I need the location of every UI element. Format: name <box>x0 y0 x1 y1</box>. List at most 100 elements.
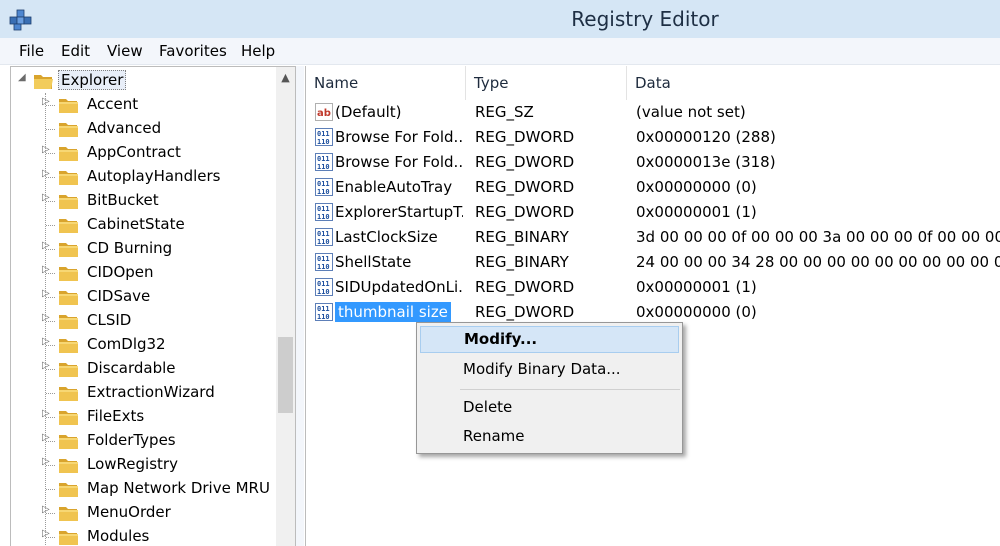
value-name: EnableAutoTray <box>335 178 453 196</box>
tree-item-label: CIDOpen <box>87 263 154 281</box>
svg-text:110: 110 <box>317 188 330 196</box>
tree-item-autoplayhandlers[interactable]: ▷ AutoplayHandlers <box>11 165 273 189</box>
tree-item-explorer[interactable]: ◢ Explorer <box>11 69 273 93</box>
tree-item-extractionwizard[interactable]: ExtractionWizard <box>11 381 273 405</box>
expand-arrow-icon[interactable]: ▷ <box>42 432 50 443</box>
tree-guide-line <box>46 489 55 490</box>
folder-icon <box>59 387 78 401</box>
tree-item-accent[interactable]: ▷ Accent <box>11 93 273 117</box>
svg-text:011: 011 <box>317 180 330 188</box>
menu-favorites[interactable]: Favorites <box>159 42 227 60</box>
values-list[interactable]: Name Type Data ab (Default) REG_SZ (value n… <box>305 66 1000 546</box>
expand-arrow-icon[interactable]: ▷ <box>42 528 50 539</box>
tree-item-modules[interactable]: ▷ Modules <box>11 525 273 546</box>
expand-arrow-icon[interactable]: ▷ <box>42 264 50 275</box>
tree-item-label: CD Burning <box>87 239 173 257</box>
tree-item-label: CabinetState <box>87 215 185 233</box>
context-menu-delete[interactable]: Delete <box>420 394 679 421</box>
tree-item-label: Accent <box>87 95 139 113</box>
binary-value-icon: 011110 <box>315 203 333 221</box>
tree-item-cabinetstate[interactable]: CabinetState <box>11 213 273 237</box>
svg-text:011: 011 <box>317 305 330 313</box>
folder-icon <box>59 531 78 545</box>
expand-arrow-icon[interactable]: ▷ <box>42 336 50 347</box>
table-row[interactable]: 011 110 ExplorerStartupT... REG_DWORD 0x0000… <box>306 200 1000 225</box>
expand-arrow-icon[interactable]: ▷ <box>42 456 50 467</box>
svg-text:110: 110 <box>317 263 330 271</box>
folder-open-icon <box>34 75 53 89</box>
expand-arrow-icon[interactable]: ▷ <box>42 360 50 371</box>
expand-arrow-icon[interactable]: ▷ <box>42 408 50 419</box>
table-row[interactable]: ab (Default) REG_SZ (value not set) <box>306 100 1000 125</box>
folder-icon <box>59 147 78 161</box>
tree-item-cd-burning[interactable]: ▷ CD Burning <box>11 237 273 261</box>
folder-icon <box>59 483 78 497</box>
tree-item-label: AutoplayHandlers <box>87 167 221 185</box>
column-header-type[interactable]: Type <box>466 66 627 100</box>
tree-item-advanced[interactable]: Advanced <box>11 117 273 141</box>
tree-scrollbar[interactable]: ▲ <box>276 67 295 546</box>
value-data: 0x00000001 (1) <box>636 278 757 296</box>
table-row[interactable]: 011 110 ShellState REG_BINARY 24 00 00 00 34… <box>306 250 1000 275</box>
pane-splitter[interactable] <box>296 66 304 546</box>
menu-view[interactable]: View <box>107 42 143 60</box>
expand-arrow-icon[interactable]: ▷ <box>42 288 50 299</box>
folder-icon <box>59 99 78 113</box>
context-menu: Modify... Modify Binary Data... Delete R… <box>416 322 683 454</box>
value-data: 0x00000000 (0) <box>636 303 757 321</box>
tree-item-fileexts[interactable]: ▷ FileExts <box>11 405 273 429</box>
value-name: ShellState <box>335 253 412 271</box>
scrollbar-thumb[interactable] <box>278 337 293 413</box>
binary-value-icon: 011110 <box>315 278 333 296</box>
expand-arrow-icon[interactable]: ▷ <box>42 504 50 515</box>
binary-value-icon: 011110 <box>315 128 333 146</box>
tree-item-comdlg32[interactable]: ▷ ComDlg32 <box>11 333 273 357</box>
menu-bar: File Edit View Favorites Help <box>0 38 1000 65</box>
menu-edit[interactable]: Edit <box>61 42 90 60</box>
tree-item-label: CIDSave <box>87 287 151 305</box>
value-type: REG_DWORD <box>475 153 575 171</box>
tree-item-bitbucket[interactable]: ▷ BitBucket <box>11 189 273 213</box>
value-type: REG_BINARY <box>475 253 569 271</box>
tree-item-appcontract[interactable]: ▷ AppContract <box>11 141 273 165</box>
tree-item-discardable[interactable]: ▷ Discardable <box>11 357 273 381</box>
tree-item-lowregistry[interactable]: ▷ LowRegistry <box>11 453 273 477</box>
table-row[interactable]: 011 110 EnableAutoTray REG_DWORD 0x00000000 … <box>306 175 1000 200</box>
value-data: 0x00000000 (0) <box>636 178 757 196</box>
table-row[interactable]: 011 110 LastClockSize REG_BINARY 3d 00 00 00… <box>306 225 1000 250</box>
expand-arrow-icon[interactable]: ▷ <box>42 144 50 155</box>
context-menu-modify-binary-data[interactable]: Modify Binary Data... <box>420 356 679 383</box>
registry-key-tree[interactable]: ◢ Explorer ▷ Accent Advanced ▷ AppContract ▷ A… <box>10 66 296 546</box>
binary-value-icon: 011110 <box>315 153 333 171</box>
table-row[interactable]: 011 110 Browse For Fold... REG_DWORD 0x00000… <box>306 125 1000 150</box>
value-data: 0x0000013e (318) <box>636 153 776 171</box>
value-type: REG_DWORD <box>475 278 575 296</box>
tree-item-foldertypes[interactable]: ▷ FolderTypes <box>11 429 273 453</box>
context-menu-rename[interactable]: Rename <box>420 423 679 450</box>
tree-item-cidsave[interactable]: ▷ CIDSave <box>11 285 273 309</box>
table-row[interactable]: 011 110 SIDUpdatedOnLi... REG_DWORD 0x000000… <box>306 275 1000 300</box>
table-row[interactable]: 011 110 Browse For Fold... REG_DWORD 0x00000… <box>306 150 1000 175</box>
column-header-name[interactable]: Name <box>306 66 466 100</box>
menu-help[interactable]: Help <box>241 42 275 60</box>
expand-arrow-icon[interactable]: ▷ <box>42 240 50 251</box>
expand-arrow-icon[interactable]: ▷ <box>42 168 50 179</box>
menu-file[interactable]: File <box>19 42 44 60</box>
tree-item-map-network-drive-mru[interactable]: Map Network Drive MRU <box>11 477 273 501</box>
scroll-up-arrow-icon[interactable]: ▲ <box>276 67 295 87</box>
tree-item-label: FolderTypes <box>87 431 176 449</box>
expand-arrow-icon[interactable]: ▷ <box>42 192 50 203</box>
expand-arrow-icon[interactable]: ▷ <box>42 96 50 107</box>
value-data: 24 00 00 00 34 28 00 00 00 00 00 00 00 0… <box>636 253 1000 271</box>
tree-item-menuorder[interactable]: ▷ MenuOrder <box>11 501 273 525</box>
tree-item-clsid[interactable]: ▷ CLSID <box>11 309 273 333</box>
context-menu-modify[interactable]: Modify... <box>420 326 679 353</box>
tree-item-cidopen[interactable]: ▷ CIDOpen <box>11 261 273 285</box>
svg-text:110: 110 <box>317 163 330 171</box>
expanded-arrow-icon[interactable]: ◢ <box>18 72 26 83</box>
expand-arrow-icon[interactable]: ▷ <box>42 312 50 323</box>
svg-text:110: 110 <box>317 288 330 296</box>
column-header-data[interactable]: Data <box>627 66 1000 100</box>
folder-icon <box>59 315 78 329</box>
value-data: 0x00000001 (1) <box>636 203 757 221</box>
